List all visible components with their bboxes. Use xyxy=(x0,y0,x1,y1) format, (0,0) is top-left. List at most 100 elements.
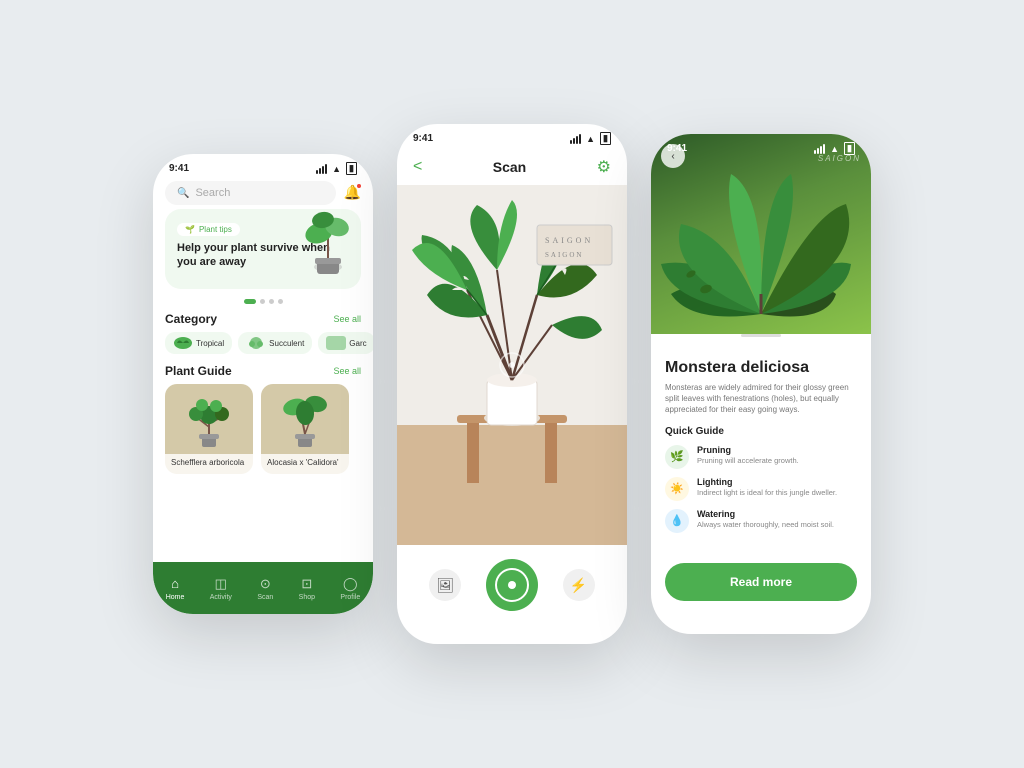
gallery-icon: 🖼 xyxy=(436,577,454,594)
drag-indicator xyxy=(741,334,781,337)
pruning-icon: 🌿 xyxy=(665,445,689,469)
chip-label-garden: Garc xyxy=(349,339,366,348)
dot-2 xyxy=(260,299,265,304)
read-more-button[interactable]: Read more xyxy=(665,563,857,601)
category-chip-succulent[interactable]: Succulent xyxy=(238,332,312,354)
flash-button[interactable]: ⚡ xyxy=(563,569,595,601)
scan-nav-icon: ⊙ xyxy=(257,576,273,592)
hero-card: 🌱 Plant tips Help your plant survive whe… xyxy=(165,209,361,289)
category-chip-tropical[interactable]: Tropical xyxy=(165,332,232,354)
center-phone: 9:41 ▲ ▮ < Scan ⚙ xyxy=(397,124,627,644)
center-wifi-icon: ▲ xyxy=(586,134,595,144)
badge-text: Plant tips xyxy=(199,225,232,234)
lighting-icon: ☀️ xyxy=(665,477,689,501)
time-center: 9:41 xyxy=(413,133,433,144)
search-placeholder: Search xyxy=(195,187,230,199)
plant-guide-title: Plant Guide xyxy=(165,364,232,378)
nav-label-activity: Activity xyxy=(210,594,232,601)
chip-label-tropical: Tropical xyxy=(196,339,224,348)
plant-name-alocasia: Alocasia x 'Calidora' xyxy=(261,454,349,474)
plant-name-title: Monstera deliciosa xyxy=(665,359,857,377)
profile-icon: ◯ xyxy=(342,576,358,592)
bottom-nav: ⌂ Home ◫ Activity ⊙ Scan ⊡ Shop ◯ Profil… xyxy=(153,562,373,614)
lighting-label: Lighting xyxy=(697,477,857,487)
plant-tips-badge: 🌱 Plant tips xyxy=(177,223,240,236)
hero-image: 9:41 ▲ ▮ ‹ SAIGON xyxy=(651,134,871,334)
plant-guide-see-all[interactable]: See all xyxy=(333,366,361,376)
pruning-text: Pruning Pruning will accelerate growth. xyxy=(697,445,857,466)
capture-inner-ring xyxy=(495,568,529,602)
lighting-desc: Indirect light is ideal for this jungle … xyxy=(697,488,857,498)
chip-label-succulent: Succulent xyxy=(269,339,304,348)
svg-text:SAIGON: SAIGON xyxy=(545,236,593,245)
nav-shop[interactable]: ⊡ Shop xyxy=(299,576,315,601)
nav-label-scan: Scan xyxy=(257,594,273,601)
phones-container: 9:41 ▲ ▮ 🔍 Search 🔔 xyxy=(153,124,871,644)
nav-home[interactable]: ⌂ Home xyxy=(166,576,185,601)
right-phone: 9:41 ▲ ▮ ‹ SAIGON xyxy=(651,134,871,634)
back-button-center[interactable]: < xyxy=(413,158,422,176)
plant-guide-header: Plant Guide See all xyxy=(153,364,373,378)
settings-button[interactable]: ⚙ xyxy=(597,157,611,177)
gallery-button[interactable]: 🖼 xyxy=(429,569,461,601)
center-status-icons: ▲ ▮ xyxy=(570,132,611,145)
nav-label-profile: Profile xyxy=(340,594,360,601)
plant-card-schefflera[interactable]: Schefflera arboricola xyxy=(165,384,253,474)
nav-label-home: Home xyxy=(166,594,185,601)
watering-icon: 💧 xyxy=(665,509,689,533)
svg-text:SAIGON: SAIGON xyxy=(545,251,583,259)
guide-lighting: ☀️ Lighting Indirect light is ideal for … xyxy=(665,477,857,501)
scan-viewport: SAIGON SAIGON xyxy=(397,185,627,545)
capture-button[interactable] xyxy=(486,559,538,611)
watering-text: Watering Always water thoroughly, need m… xyxy=(697,509,857,530)
capture-dot xyxy=(508,581,516,589)
status-icons-left: ▲ ▮ xyxy=(316,162,357,175)
battery-icon: ▮ xyxy=(346,162,357,175)
dot-4 xyxy=(278,299,283,304)
category-chip-garden[interactable]: Garc xyxy=(318,332,373,354)
plant-detail: Monstera deliciosa Monsteras are widely … xyxy=(651,347,871,553)
center-battery-icon: ▮ xyxy=(600,132,611,145)
category-see-all[interactable]: See all xyxy=(333,314,361,324)
nav-activity[interactable]: ◫ Activity xyxy=(210,576,232,601)
lighting-text: Lighting Indirect light is ideal for thi… xyxy=(697,477,857,498)
nav-scan[interactable]: ⊙ Scan xyxy=(257,576,273,601)
home-icon: ⌂ xyxy=(167,576,183,592)
search-bar[interactable]: 🔍 Search xyxy=(165,181,336,205)
capture-button-wrapper xyxy=(486,559,538,611)
plant-guide-grid: Schefflera arboricola Alocasia x 'Calido… xyxy=(153,384,373,474)
search-icon: 🔍 xyxy=(177,188,189,199)
nav-profile[interactable]: ◯ Profile xyxy=(340,576,360,601)
pruning-desc: Pruning will accelerate growth. xyxy=(697,456,857,466)
category-header: Category See all xyxy=(153,312,373,326)
time-left: 9:41 xyxy=(169,163,189,174)
left-phone: 9:41 ▲ ▮ 🔍 Search 🔔 xyxy=(153,154,373,614)
shop-icon: ⊡ xyxy=(299,576,315,592)
category-title: Category xyxy=(165,312,217,326)
plant-card-alocasia[interactable]: Alocasia x 'Calidora' xyxy=(261,384,349,474)
status-bar-left: 9:41 ▲ ▮ xyxy=(153,154,373,179)
plant-description: Monsteras are widely admired for their g… xyxy=(665,382,857,416)
guide-watering: 💧 Watering Always water thoroughly, need… xyxy=(665,509,857,533)
scan-header: < Scan ⚙ xyxy=(397,149,627,185)
notification-dot xyxy=(356,183,362,189)
dot-1 xyxy=(244,299,256,304)
carousel-dots xyxy=(153,299,373,304)
plant-name-schefflera: Schefflera arboricola xyxy=(165,454,253,474)
category-chips: Tropical Succulent Garc xyxy=(153,332,373,354)
watering-desc: Always water thoroughly, need moist soil… xyxy=(697,520,857,530)
wifi-icon: ▲ xyxy=(332,164,341,174)
center-signal-icon xyxy=(570,134,581,144)
quick-guide-title: Quick Guide xyxy=(665,426,857,437)
flash-icon: ⚡ xyxy=(570,577,587,594)
nav-label-shop: Shop xyxy=(299,594,315,601)
scan-actions: 🖼 ⚡ xyxy=(397,545,627,625)
scan-title: Scan xyxy=(493,159,526,175)
activity-icon: ◫ xyxy=(213,576,229,592)
status-bar-center: 9:41 ▲ ▮ xyxy=(397,124,627,149)
guide-pruning: 🌿 Pruning Pruning will accelerate growth… xyxy=(665,445,857,469)
notification-btn[interactable]: 🔔 xyxy=(344,184,361,202)
leaf-badge-icon: 🌱 xyxy=(185,225,195,234)
pruning-label: Pruning xyxy=(697,445,857,455)
hero-plant-illustration xyxy=(299,209,357,280)
